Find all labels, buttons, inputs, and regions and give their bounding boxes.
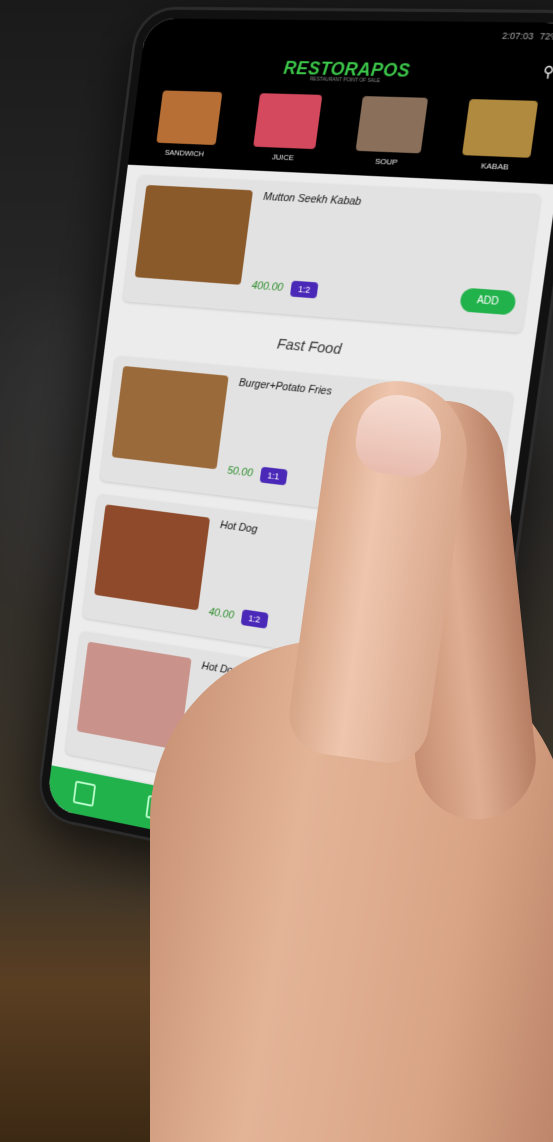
hand (150, 372, 553, 1142)
food-image (134, 184, 254, 285)
battery-level: 72% (539, 30, 553, 42)
category-item[interactable]: SOUP (353, 96, 428, 168)
category-label: SANDWICH (164, 147, 205, 159)
item-info: Mutton Seekh Kabab 400.00 1:2 ADD (250, 191, 529, 322)
category-item[interactable]: SANDWICH (154, 90, 223, 159)
status-time: 2:07:03 (501, 30, 535, 42)
category-item[interactable]: JUICE (252, 93, 323, 163)
category-image (355, 96, 428, 154)
category-label: JUICE (271, 152, 295, 163)
price-row: 400.00 1:2 (251, 278, 319, 299)
menu-item: Mutton Seekh Kabab 400.00 1:2 ADD (122, 174, 542, 333)
item-price: 400.00 (250, 279, 284, 294)
quantity-badge[interactable]: 1:2 (289, 280, 319, 299)
home-icon[interactable] (72, 780, 97, 807)
category-image (156, 90, 223, 146)
item-name: Mutton Seekh Kabab (262, 190, 362, 209)
thumbnail (351, 389, 447, 481)
category-image (462, 99, 539, 158)
category-image (253, 93, 323, 150)
background-scene: 2:07:03 72% RESTORAPOS RESTAURANT POINT … (0, 0, 553, 1142)
add-button[interactable]: ADD (458, 287, 517, 316)
search-icon[interactable]: ⚲ (542, 63, 553, 81)
category-label: SOUP (374, 156, 399, 167)
category-label: KABAB (480, 161, 510, 172)
category-item[interactable]: KABAB (460, 99, 539, 173)
